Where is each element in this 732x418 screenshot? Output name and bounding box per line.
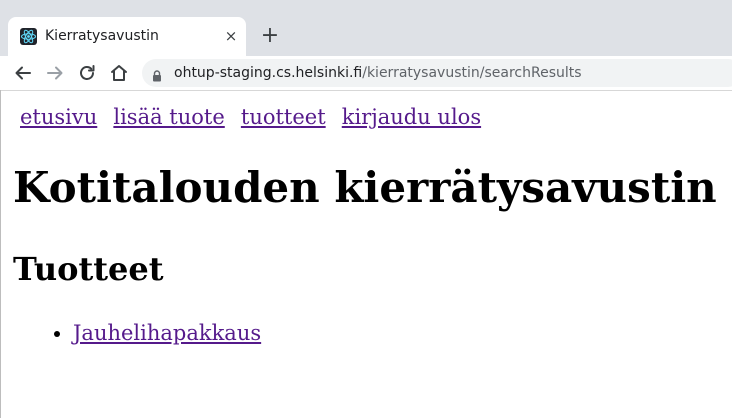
url-path: /kierratysavustin/searchResults <box>362 65 582 81</box>
lock-icon[interactable] <box>152 67 162 82</box>
forward-arrow-icon[interactable] <box>43 61 67 85</box>
nav-link-lisaa-tuote[interactable]: lisää tuote <box>113 105 224 129</box>
browser-tab[interactable]: Kierratysavustin × <box>8 17 246 56</box>
browser-toolbar: ohtup-staging.cs.helsinki.fi/kierratysav… <box>0 56 732 91</box>
list-item: Jauhelihapakkaus <box>73 321 261 345</box>
product-link[interactable]: Jauhelihapakkaus <box>73 321 261 345</box>
tab-title: Kierratysavustin <box>45 28 159 44</box>
nav-link-tuotteet[interactable]: tuotteet <box>241 105 326 129</box>
reload-icon[interactable] <box>75 61 99 85</box>
react-icon <box>20 28 37 45</box>
home-icon[interactable] <box>107 61 131 85</box>
section-title: Tuotteet <box>13 250 164 288</box>
nav-link-etusivu[interactable]: etusivu <box>20 105 97 129</box>
back-arrow-icon[interactable] <box>11 61 35 85</box>
url-text: ohtup-staging.cs.helsinki.fi/kierratysav… <box>174 65 582 81</box>
product-list: Jauhelihapakkaus <box>0 321 261 345</box>
page-content: etusivu lisää tuote tuotteet kirjaudu ul… <box>0 91 732 418</box>
navbar: etusivu lisää tuote tuotteet kirjaudu ul… <box>20 105 492 129</box>
nav-link-kirjaudu-ulos[interactable]: kirjaudu ulos <box>342 105 481 129</box>
tab-strip: Kierratysavustin × + <box>0 0 732 56</box>
page-title: Kotitalouden kierrätysavustin <box>13 163 717 212</box>
url-host: ohtup-staging.cs.helsinki.fi <box>174 65 363 81</box>
new-tab-button[interactable]: + <box>258 24 282 48</box>
close-icon[interactable]: × <box>222 27 240 45</box>
address-bar[interactable]: ohtup-staging.cs.helsinki.fi/kierratysav… <box>142 59 732 87</box>
